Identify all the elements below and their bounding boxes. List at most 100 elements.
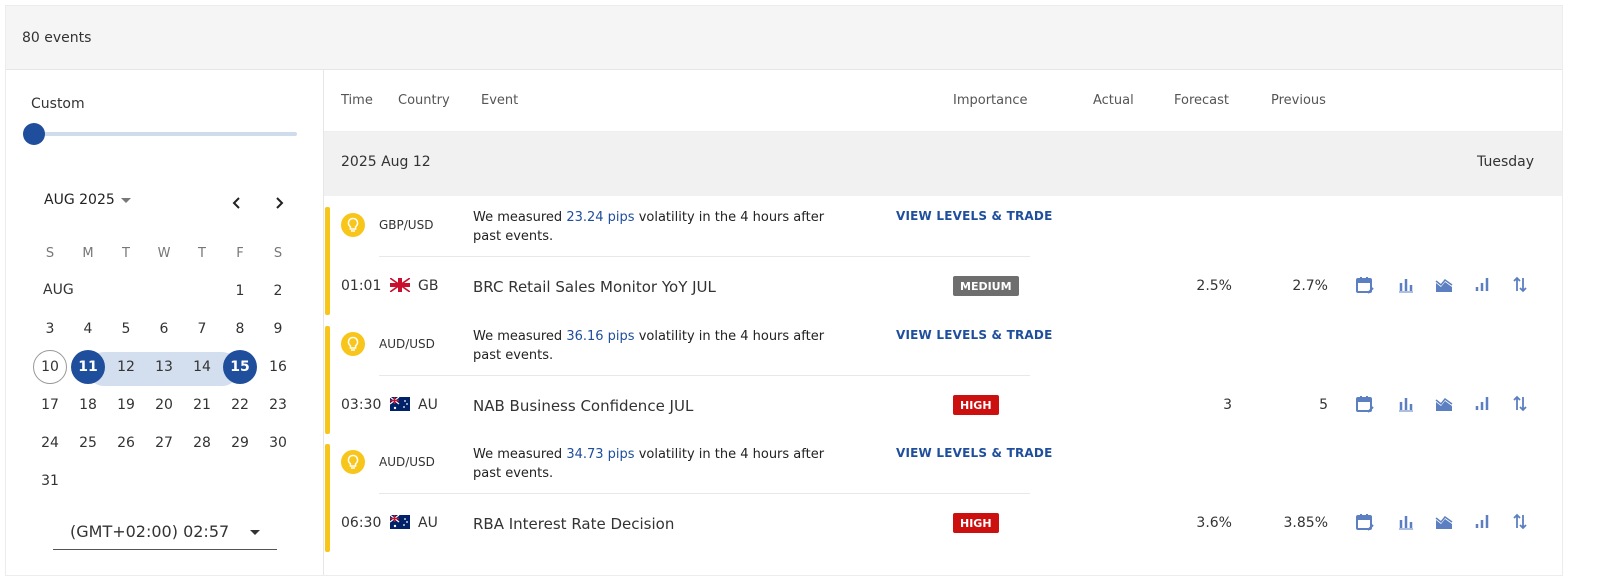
day-cell[interactable]: 18: [71, 388, 105, 422]
day-cell-today[interactable]: 10: [33, 350, 67, 384]
day-cell[interactable]: 25: [71, 426, 105, 460]
column-header-importance[interactable]: Importance: [953, 93, 1028, 108]
column-header-event[interactable]: Event: [481, 93, 518, 108]
day-cell[interactable]: 17: [33, 388, 67, 422]
column-header-country[interactable]: Country: [398, 93, 450, 108]
volatility-accent-bar: [325, 326, 330, 434]
volatility-pips: 36.16 pips: [566, 329, 635, 344]
day-cell-in-range[interactable]: 13: [147, 350, 181, 384]
area-chart-icon[interactable]: [1431, 509, 1457, 535]
weekday-label: S: [273, 245, 283, 261]
day-cell[interactable]: 5: [109, 312, 143, 346]
day-cell[interactable]: 8: [223, 312, 257, 346]
calendar-edit-icon[interactable]: [1352, 272, 1378, 298]
day-cell[interactable]: 29: [223, 426, 257, 460]
view-levels-trade-link[interactable]: VIEW LEVELS & TRADE: [896, 328, 1052, 342]
sort-arrows-icon[interactable]: [1507, 509, 1533, 535]
bars-ascending-icon[interactable]: [1469, 509, 1495, 535]
volatility-pips: 34.73 pips: [566, 447, 635, 462]
row-actions: [1352, 391, 1542, 417]
bar-chart-icon[interactable]: [1393, 272, 1419, 298]
week-row: AUG 1 2: [31, 274, 297, 312]
lightbulb-icon: [341, 213, 365, 237]
event-time: 03:30: [341, 397, 382, 413]
day-cell-range-end[interactable]: 15: [223, 350, 257, 384]
uk-flag-icon: [390, 278, 410, 292]
day-cell[interactable]: 4: [71, 312, 105, 346]
currency-pair: GBP/USD: [379, 218, 434, 232]
weekday-row: S M T W T F S: [31, 236, 297, 274]
column-header-forecast[interactable]: Forecast: [1174, 93, 1229, 108]
range-slider-thumb[interactable]: [23, 123, 45, 145]
month-title: AUG 2025: [44, 192, 115, 208]
event-name[interactable]: BRC Retail Sales Monitor YoY JUL: [473, 278, 716, 296]
day-cell[interactable]: 22: [223, 388, 257, 422]
top-bar: 80 events: [6, 6, 1562, 70]
calendar-widget: 80 events Custom AUG 2025 S M T W T F S …: [5, 5, 1563, 576]
column-header-time[interactable]: Time: [341, 93, 373, 108]
event-row: AUD/USD We measured 36.16 pips volatilit…: [324, 315, 1562, 434]
volatility-text: We measured 23.24 pips volatility in the…: [473, 210, 825, 244]
day-cell[interactable]: 2: [261, 274, 295, 308]
day-cell[interactable]: 1: [223, 274, 257, 308]
bars-ascending-icon[interactable]: [1469, 391, 1495, 417]
bar-chart-icon[interactable]: [1393, 391, 1419, 417]
importance-badge: HIGH: [953, 513, 999, 533]
bars-ascending-icon[interactable]: [1469, 272, 1495, 298]
day-cell[interactable]: 3: [33, 312, 67, 346]
day-cell-range-start[interactable]: 11: [71, 350, 105, 384]
group-weekday: Tuesday: [1477, 154, 1534, 170]
events-table: Time Country Event Importance Actual For…: [324, 70, 1562, 575]
month-label: AUG: [43, 282, 74, 298]
area-chart-icon[interactable]: [1431, 272, 1457, 298]
sort-arrows-icon[interactable]: [1507, 272, 1533, 298]
bar-chart-icon[interactable]: [1393, 509, 1419, 535]
day-cell[interactable]: 31: [33, 464, 67, 498]
australia-flag-icon: [390, 397, 410, 411]
timezone-select[interactable]: (GMT+02:00) 02:57: [53, 516, 277, 550]
day-cell[interactable]: 19: [109, 388, 143, 422]
day-cell[interactable]: 9: [261, 312, 295, 346]
day-cell[interactable]: 7: [185, 312, 219, 346]
week-row: 10 11 12 13 14 15 16: [31, 350, 297, 388]
calendar-edit-icon[interactable]: [1352, 509, 1378, 535]
previous-month-button[interactable]: [224, 190, 250, 216]
weekday-label: W: [157, 245, 171, 261]
week-row: 17 18 19 20 21 22 23: [31, 388, 297, 426]
day-cell[interactable]: 23: [261, 388, 295, 422]
day-cell[interactable]: 6: [147, 312, 181, 346]
view-levels-trade-link[interactable]: VIEW LEVELS & TRADE: [896, 446, 1052, 460]
day-cell[interactable]: 20: [147, 388, 181, 422]
day-cell[interactable]: 24: [33, 426, 67, 460]
weekday-label: M: [82, 245, 94, 261]
column-header-previous[interactable]: Previous: [1271, 93, 1326, 108]
range-slider-track[interactable]: [32, 132, 297, 136]
view-levels-trade-link[interactable]: VIEW LEVELS & TRADE: [896, 209, 1052, 223]
forecast-value: 2.5%: [1196, 278, 1232, 294]
row-actions: [1352, 272, 1542, 298]
event-row: AUD/USD We measured 34.73 pips volatilit…: [324, 433, 1562, 552]
day-cell[interactable]: 16: [261, 350, 295, 384]
day-cell[interactable]: 27: [147, 426, 181, 460]
sort-arrows-icon[interactable]: [1507, 391, 1533, 417]
event-name[interactable]: RBA Interest Rate Decision: [473, 515, 674, 533]
group-date: 2025 Aug 12: [341, 154, 431, 170]
area-chart-icon[interactable]: [1431, 391, 1457, 417]
day-cell[interactable]: 28: [185, 426, 219, 460]
event-name[interactable]: NAB Business Confidence JUL: [473, 397, 693, 415]
day-cell[interactable]: 30: [261, 426, 295, 460]
month-select[interactable]: AUG 2025: [44, 192, 131, 208]
volatility-text: We measured 34.73 pips volatility in the…: [473, 447, 825, 481]
chevron-left-icon: [232, 197, 240, 209]
next-month-button[interactable]: [266, 190, 292, 216]
column-header-actual[interactable]: Actual: [1093, 93, 1134, 108]
calendar-edit-icon[interactable]: [1352, 391, 1378, 417]
row-actions: [1352, 509, 1542, 535]
importance-badge: HIGH: [953, 395, 999, 415]
day-cell-in-range[interactable]: 12: [109, 350, 143, 384]
chevron-right-icon: [276, 197, 284, 209]
event-country: GB: [418, 278, 439, 294]
day-cell[interactable]: 26: [109, 426, 143, 460]
day-cell-in-range[interactable]: 14: [185, 350, 219, 384]
day-cell[interactable]: 21: [185, 388, 219, 422]
